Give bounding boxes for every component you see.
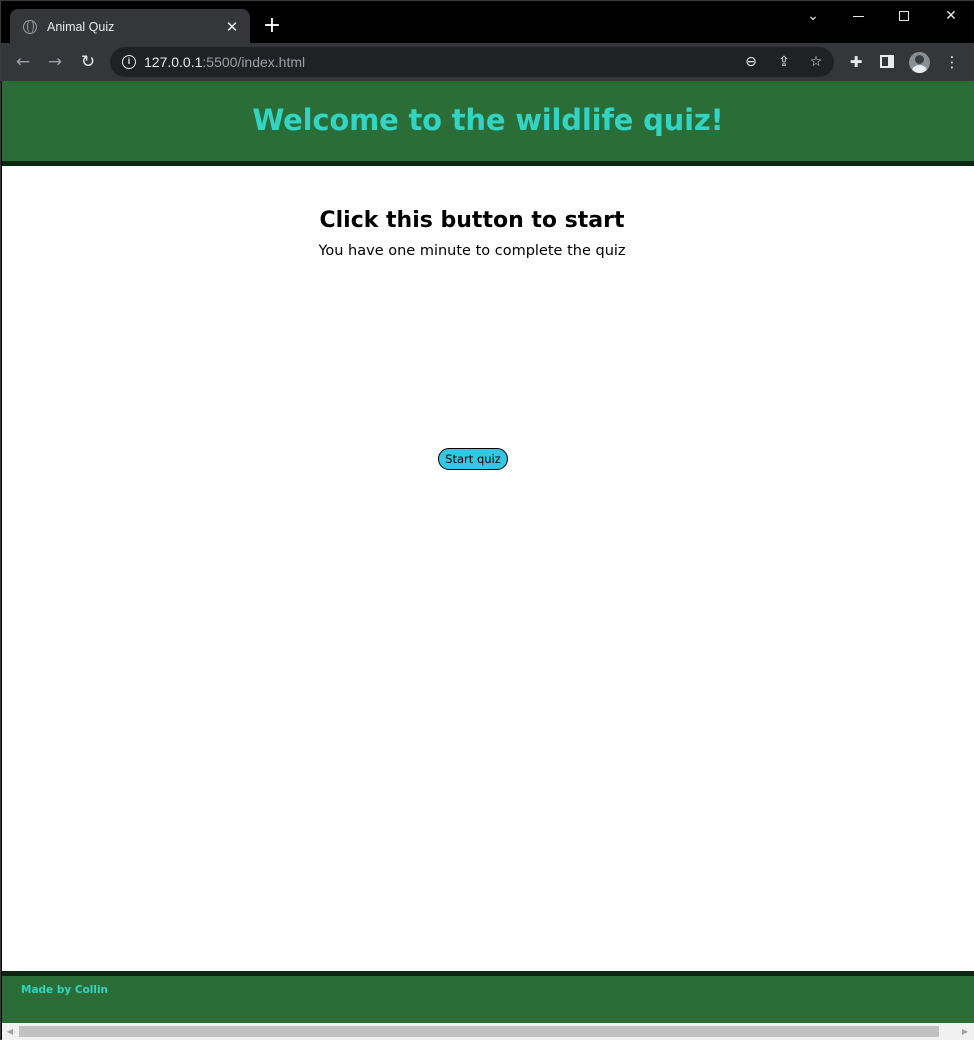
- maximize-button[interactable]: [891, 5, 919, 27]
- close-tab-icon[interactable]: ✕: [224, 19, 240, 35]
- tab-title: Animal Quiz: [47, 19, 115, 34]
- tab-search-icon[interactable]: ⌄: [799, 5, 827, 27]
- url-path: :5500/index.html: [202, 54, 306, 70]
- browser-window: Animal Quiz ✕ + ⌄ ✕ ← → ↻ i 127.0.0.1:55…: [0, 0, 974, 1040]
- close-window-button[interactable]: ✕: [937, 5, 965, 27]
- back-button[interactable]: ←: [11, 50, 35, 74]
- new-tab-button[interactable]: +: [261, 15, 283, 37]
- site-title: Welcome to the wildlife quiz!: [252, 103, 724, 137]
- globe-icon: [23, 19, 37, 34]
- horizontal-scrollbar[interactable]: ◀ ▶: [2, 1023, 974, 1040]
- start-heading: Click this button to start: [319, 208, 625, 233]
- page-viewport: Welcome to the wildlife quiz! Click this…: [2, 81, 974, 1023]
- site-info-icon[interactable]: i: [122, 55, 136, 69]
- tab-strip: Animal Quiz ✕ + ⌄ ✕: [1, 1, 974, 44]
- footer-credit: Made by Collin: [21, 984, 109, 996]
- browser-toolbar: ← → ↻ i 127.0.0.1:5500/index.html ⊖ ⇪ ☆ …: [1, 43, 973, 81]
- site-footer: Made by Collin: [2, 971, 974, 1023]
- url-text[interactable]: 127.0.0.1:5500/index.html: [144, 54, 305, 70]
- site-header: Welcome to the wildlife quiz!: [2, 81, 974, 166]
- profile-avatar[interactable]: [909, 52, 930, 73]
- scroll-left-arrow-icon[interactable]: ◀: [2, 1023, 18, 1040]
- url-host: 127.0.0.1: [144, 54, 203, 70]
- minimize-button[interactable]: [845, 5, 873, 27]
- time-limit-text: You have one minute to complete the quiz: [318, 243, 626, 259]
- side-panel-icon[interactable]: [880, 55, 894, 68]
- menu-kebab-icon[interactable]: ⋮: [942, 52, 962, 72]
- address-bar[interactable]: i 127.0.0.1:5500/index.html ⊖ ⇪ ☆: [110, 47, 834, 77]
- scroll-right-arrow-icon[interactable]: ▶: [957, 1023, 973, 1040]
- reload-button[interactable]: ↻: [76, 50, 100, 74]
- scrollbar-thumb[interactable]: [19, 1026, 939, 1037]
- forward-button[interactable]: →: [43, 50, 67, 74]
- start-quiz-button[interactable]: Start quiz: [438, 448, 508, 470]
- share-icon[interactable]: ⇪: [774, 52, 794, 72]
- extensions-puzzle-icon[interactable]: ✚: [846, 52, 866, 72]
- minimize-icon: [853, 16, 864, 17]
- tab-animal-quiz[interactable]: Animal Quiz ✕: [10, 9, 250, 44]
- zoom-icon[interactable]: ⊖: [741, 52, 761, 72]
- bookmark-star-icon[interactable]: ☆: [806, 52, 826, 72]
- maximize-icon: [899, 11, 909, 21]
